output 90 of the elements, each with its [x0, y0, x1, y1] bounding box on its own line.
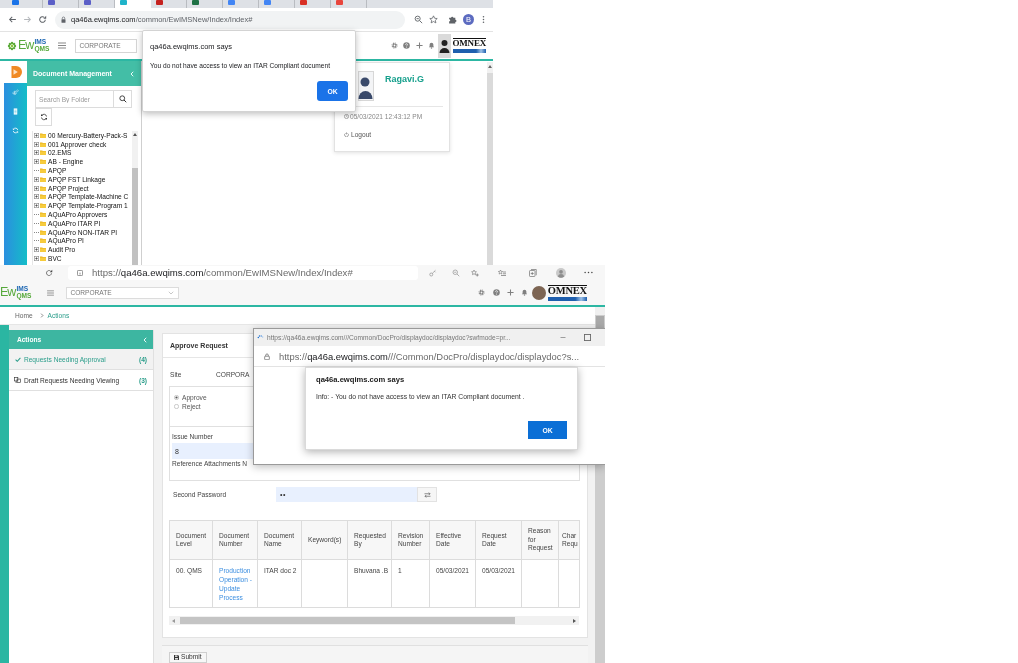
profile-icon[interactable] — [556, 267, 566, 278]
folder-icon — [40, 150, 46, 156]
back-icon[interactable] — [8, 15, 17, 24]
folder-icon — [40, 229, 46, 235]
sync-icon[interactable] — [12, 127, 19, 134]
page-info-icon — [77, 269, 83, 276]
logo-wordmark: Ew — [18, 39, 34, 52]
more-icon[interactable] — [482, 15, 485, 24]
expand-icon[interactable] — [34, 150, 39, 156]
folder-icon — [40, 203, 46, 209]
expand-icon[interactable] — [34, 159, 39, 165]
extension-icon[interactable] — [448, 15, 457, 24]
expand-icon[interactable] — [34, 185, 39, 191]
url-text: https://qa46a.ewqims.com///Common/DocPro/displaydoc/displaydoc?s... — [279, 350, 580, 362]
folder-icon — [40, 159, 46, 165]
user-avatar[interactable] — [531, 285, 546, 300]
more-icon[interactable] — [584, 271, 593, 274]
power-icon — [344, 132, 349, 137]
scrollbar[interactable] — [132, 131, 138, 265]
folder-icon — [40, 238, 46, 244]
notification-icon[interactable] — [520, 289, 528, 296]
address-bar[interactable]: https://qa46a.ewqims.com/common/EwIMSNew/Index/Index# — [68, 265, 418, 280]
star-icon[interactable] — [429, 15, 438, 24]
folder-icon — [40, 176, 46, 182]
scrollbar[interactable] — [169, 616, 579, 625]
flower-logo-icon — [7, 40, 17, 51]
help-icon[interactable] — [492, 289, 500, 296]
folder-icon — [40, 168, 46, 174]
save-icon — [174, 655, 179, 660]
add-favorite-icon[interactable] — [471, 268, 479, 277]
menu-icon[interactable] — [58, 42, 67, 49]
expand-icon[interactable] — [34, 132, 39, 138]
expand-icon[interactable] — [34, 141, 39, 147]
refresh-icon — [39, 113, 48, 121]
swap-icon — [423, 491, 431, 498]
folder-icon — [40, 212, 46, 218]
notification-icon[interactable] — [427, 42, 435, 49]
folder-icon — [40, 256, 46, 262]
collapse-icon[interactable] — [143, 336, 147, 343]
folder-icon — [40, 194, 46, 200]
folder-icon — [40, 185, 46, 191]
folder-icon — [40, 247, 46, 253]
chevron-right-icon — [39, 313, 44, 318]
folder-icon — [40, 132, 46, 138]
forward-icon[interactable] — [23, 15, 32, 24]
logo-wordmark: Ew — [0, 286, 16, 299]
transfer-icon — [13, 377, 21, 383]
lock-icon — [264, 352, 270, 360]
reload-icon[interactable] — [45, 268, 53, 277]
loading-icon — [257, 335, 264, 340]
brand-logo: OMNEX — [452, 38, 486, 53]
reload-icon[interactable] — [38, 15, 47, 24]
search-icon — [118, 95, 127, 103]
url-text: https://qa46a.ewqims.com/common/EwIMSNew/Index/Index# — [92, 267, 353, 278]
zoom-icon[interactable] — [452, 268, 460, 277]
search-button[interactable] — [114, 90, 132, 108]
settings-icon[interactable] — [477, 289, 485, 296]
clock-icon — [344, 114, 349, 119]
settings-icon[interactable] — [390, 42, 398, 49]
scrollbar[interactable] — [487, 62, 493, 265]
add-icon[interactable] — [506, 289, 514, 296]
key-icon[interactable] — [429, 268, 437, 277]
avatar-silhouette-icon — [358, 71, 374, 101]
swap-button[interactable] — [417, 487, 437, 502]
lock-icon — [61, 16, 66, 23]
add-icon[interactable] — [415, 42, 423, 49]
expand-icon[interactable] — [34, 203, 39, 209]
user-icon[interactable] — [437, 33, 451, 58]
folder-icon — [40, 141, 46, 147]
expand-icon[interactable] — [34, 247, 39, 253]
help-icon[interactable] — [402, 42, 410, 49]
user-name: Ragavi.G — [385, 74, 424, 84]
file-icon[interactable] — [12, 108, 19, 115]
folder-icon — [40, 220, 46, 226]
brand-logo: OMNEX — [547, 284, 587, 301]
favorites-icon[interactable] — [498, 268, 506, 277]
check-icon — [14, 356, 21, 362]
minimize-icon[interactable] — [559, 337, 567, 338]
collapse-icon[interactable] — [130, 70, 134, 77]
maximize-icon[interactable] — [584, 334, 591, 341]
gears-icon[interactable] — [12, 89, 19, 96]
expand-icon[interactable] — [34, 194, 39, 200]
expand-icon[interactable] — [34, 176, 39, 182]
collections-icon[interactable] — [529, 268, 537, 277]
document-app-icon[interactable] — [4, 61, 27, 83]
zoom-icon[interactable] — [414, 15, 423, 24]
expand-icon[interactable] — [34, 256, 39, 262]
menu-icon[interactable] — [47, 289, 55, 296]
caret-icon — [168, 290, 175, 295]
refresh-button[interactable] — [35, 108, 52, 126]
